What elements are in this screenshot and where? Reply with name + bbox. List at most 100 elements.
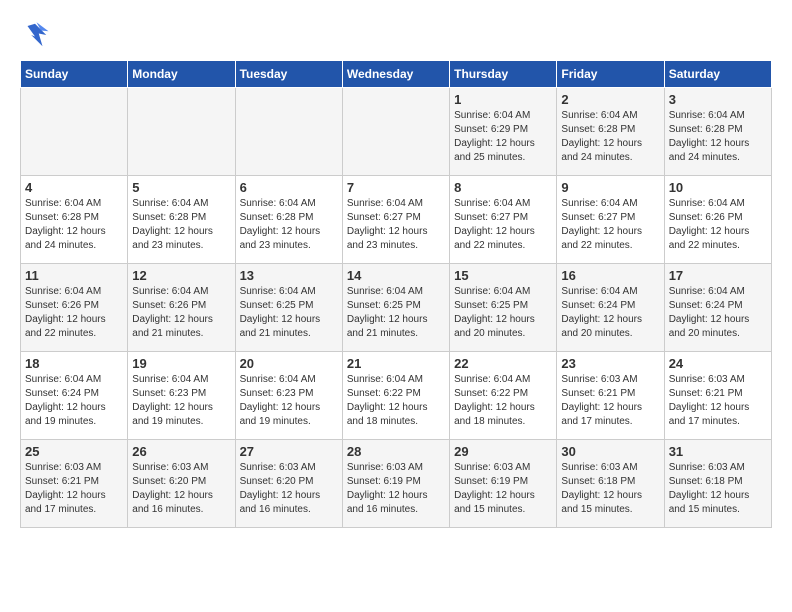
day-info: Sunrise: 6:03 AMSunset: 6:21 PMDaylight:… — [561, 373, 659, 429]
day-number: 3 — [669, 92, 767, 107]
day-info: Sunrise: 6:04 AMSunset: 6:23 PMDaylight:… — [132, 373, 230, 429]
day-info: Sunrise: 6:04 AMSunset: 6:26 PMDaylight:… — [25, 285, 123, 341]
calendar-cell: 1 Sunrise: 6:04 AMSunset: 6:29 PMDaylight… — [450, 88, 557, 176]
calendar-cell: 27 Sunrise: 6:03 AMSunset: 6:20 PMDayligh… — [235, 440, 342, 528]
day-info: Sunrise: 6:04 AMSunset: 6:28 PMDaylight:… — [132, 197, 230, 253]
calendar-cell: 3 Sunrise: 6:04 AMSunset: 6:28 PMDaylight… — [664, 88, 771, 176]
calendar-cell: 24 Sunrise: 6:03 AMSunset: 6:21 PMDayligh… — [664, 352, 771, 440]
weekday-header-monday: Monday — [128, 61, 235, 88]
calendar-cell: 14Sunrise: 6:04 AMSunset: 6:25 PMDayligh… — [342, 264, 449, 352]
calendar-cell: 17 Sunrise: 6:04 AMSunset: 6:24 PMDayligh… — [664, 264, 771, 352]
calendar-cell: 20Sunrise: 6:04 AMSunset: 6:23 PMDayligh… — [235, 352, 342, 440]
calendar-cell: 29 Sunrise: 6:03 AMSunset: 6:19 PMDayligh… — [450, 440, 557, 528]
week-row-5: 25 Sunrise: 6:03 AMSunset: 6:21 PMDayligh… — [21, 440, 772, 528]
weekday-header-tuesday: Tuesday — [235, 61, 342, 88]
day-number: 27 — [240, 444, 338, 459]
day-number: 19 — [132, 356, 230, 371]
day-info: Sunrise: 6:04 AMSunset: 6:29 PMDaylight:… — [454, 109, 552, 165]
page-container: SundayMondayTuesdayWednesdayThursdayFrid… — [20, 20, 772, 528]
day-number: 4 — [25, 180, 123, 195]
day-number: 2 — [561, 92, 659, 107]
day-info: Sunrise: 6:03 AMSunset: 6:20 PMDaylight:… — [240, 461, 338, 517]
calendar-cell: 21 Sunrise: 6:04 AMSunset: 6:22 PMDayligh… — [342, 352, 449, 440]
week-row-1: 1 Sunrise: 6:04 AMSunset: 6:29 PMDaylight… — [21, 88, 772, 176]
day-number: 9 — [561, 180, 659, 195]
calendar-cell: 4 Sunrise: 6:04 AMSunset: 6:28 PMDaylight… — [21, 176, 128, 264]
week-row-2: 4 Sunrise: 6:04 AMSunset: 6:28 PMDaylight… — [21, 176, 772, 264]
calendar-cell: 10 Sunrise: 6:04 AMSunset: 6:26 PMDayligh… — [664, 176, 771, 264]
calendar-cell: 2Sunrise: 6:04 AMSunset: 6:28 PMDaylight… — [557, 88, 664, 176]
day-info: Sunrise: 6:04 AMSunset: 6:24 PMDaylight:… — [561, 285, 659, 341]
day-number: 26 — [132, 444, 230, 459]
day-info: Sunrise: 6:04 AMSunset: 6:28 PMDaylight:… — [669, 109, 767, 165]
calendar-cell: 19 Sunrise: 6:04 AMSunset: 6:23 PMDayligh… — [128, 352, 235, 440]
day-info: Sunrise: 6:04 AMSunset: 6:28 PMDaylight:… — [25, 197, 123, 253]
day-number: 25 — [25, 444, 123, 459]
day-info: Sunrise: 6:03 AMSunset: 6:18 PMDaylight:… — [669, 461, 767, 517]
day-info: Sunrise: 6:03 AMSunset: 6:21 PMDaylight:… — [669, 373, 767, 429]
day-number: 12 — [132, 268, 230, 283]
calendar-cell: 30 Sunrise: 6:03 AMSunset: 6:18 PMDayligh… — [557, 440, 664, 528]
calendar-cell — [21, 88, 128, 176]
weekday-header-friday: Friday — [557, 61, 664, 88]
calendar-cell — [128, 88, 235, 176]
calendar-cell — [342, 88, 449, 176]
calendar-cell: 9Sunrise: 6:04 AMSunset: 6:27 PMDaylight… — [557, 176, 664, 264]
day-info: Sunrise: 6:04 AMSunset: 6:25 PMDaylight:… — [240, 285, 338, 341]
day-info: Sunrise: 6:04 AMSunset: 6:25 PMDaylight:… — [454, 285, 552, 341]
week-row-3: 11 Sunrise: 6:04 AMSunset: 6:26 PMDayligh… — [21, 264, 772, 352]
day-number: 31 — [669, 444, 767, 459]
day-info: Sunrise: 6:04 AMSunset: 6:26 PMDaylight:… — [669, 197, 767, 253]
day-info: Sunrise: 6:04 AMSunset: 6:27 PMDaylight:… — [347, 197, 445, 253]
calendar-cell: 22Sunrise: 6:04 AMSunset: 6:22 PMDayligh… — [450, 352, 557, 440]
calendar-cell: 7 Sunrise: 6:04 AMSunset: 6:27 PMDaylight… — [342, 176, 449, 264]
day-number: 5 — [132, 180, 230, 195]
calendar-cell: 31 Sunrise: 6:03 AMSunset: 6:18 PMDayligh… — [664, 440, 771, 528]
weekday-header-wednesday: Wednesday — [342, 61, 449, 88]
day-info: Sunrise: 6:04 AMSunset: 6:27 PMDaylight:… — [454, 197, 552, 253]
day-info: Sunrise: 6:03 AMSunset: 6:18 PMDaylight:… — [561, 461, 659, 517]
day-number: 17 — [669, 268, 767, 283]
day-number: 22 — [454, 356, 552, 371]
day-info: Sunrise: 6:03 AMSunset: 6:21 PMDaylight:… — [25, 461, 123, 517]
day-info: Sunrise: 6:03 AMSunset: 6:19 PMDaylight:… — [347, 461, 445, 517]
logo — [20, 20, 54, 50]
calendar-cell: 15 Sunrise: 6:04 AMSunset: 6:25 PMDayligh… — [450, 264, 557, 352]
header — [20, 20, 772, 50]
day-number: 10 — [669, 180, 767, 195]
day-number: 11 — [25, 268, 123, 283]
weekday-header-thursday: Thursday — [450, 61, 557, 88]
day-info: Sunrise: 6:03 AMSunset: 6:19 PMDaylight:… — [454, 461, 552, 517]
day-number: 16 — [561, 268, 659, 283]
calendar-table: SundayMondayTuesdayWednesdayThursdayFrid… — [20, 60, 772, 528]
day-number: 7 — [347, 180, 445, 195]
header-row: SundayMondayTuesdayWednesdayThursdayFrid… — [21, 61, 772, 88]
day-number: 13 — [240, 268, 338, 283]
calendar-cell: 6Sunrise: 6:04 AMSunset: 6:28 PMDaylight… — [235, 176, 342, 264]
day-number: 28 — [347, 444, 445, 459]
day-info: Sunrise: 6:04 AMSunset: 6:22 PMDaylight:… — [347, 373, 445, 429]
day-number: 18 — [25, 356, 123, 371]
day-number: 23 — [561, 356, 659, 371]
calendar-cell: 12Sunrise: 6:04 AMSunset: 6:26 PMDayligh… — [128, 264, 235, 352]
day-number: 29 — [454, 444, 552, 459]
weekday-header-sunday: Sunday — [21, 61, 128, 88]
day-info: Sunrise: 6:03 AMSunset: 6:20 PMDaylight:… — [132, 461, 230, 517]
logo-icon — [20, 20, 50, 50]
day-number: 24 — [669, 356, 767, 371]
day-info: Sunrise: 6:04 AMSunset: 6:28 PMDaylight:… — [240, 197, 338, 253]
calendar-cell: 13 Sunrise: 6:04 AMSunset: 6:25 PMDayligh… — [235, 264, 342, 352]
day-number: 1 — [454, 92, 552, 107]
day-number: 15 — [454, 268, 552, 283]
calendar-cell: 26 Sunrise: 6:03 AMSunset: 6:20 PMDayligh… — [128, 440, 235, 528]
week-row-4: 18Sunrise: 6:04 AMSunset: 6:24 PMDayligh… — [21, 352, 772, 440]
weekday-header-saturday: Saturday — [664, 61, 771, 88]
day-info: Sunrise: 6:04 AMSunset: 6:25 PMDaylight:… — [347, 285, 445, 341]
day-number: 21 — [347, 356, 445, 371]
day-info: Sunrise: 6:04 AMSunset: 6:23 PMDaylight:… — [240, 373, 338, 429]
calendar-cell: 18Sunrise: 6:04 AMSunset: 6:24 PMDayligh… — [21, 352, 128, 440]
day-info: Sunrise: 6:04 AMSunset: 6:24 PMDaylight:… — [669, 285, 767, 341]
calendar-cell: 5 Sunrise: 6:04 AMSunset: 6:28 PMDaylight… — [128, 176, 235, 264]
day-number: 30 — [561, 444, 659, 459]
calendar-cell: 25 Sunrise: 6:03 AMSunset: 6:21 PMDayligh… — [21, 440, 128, 528]
